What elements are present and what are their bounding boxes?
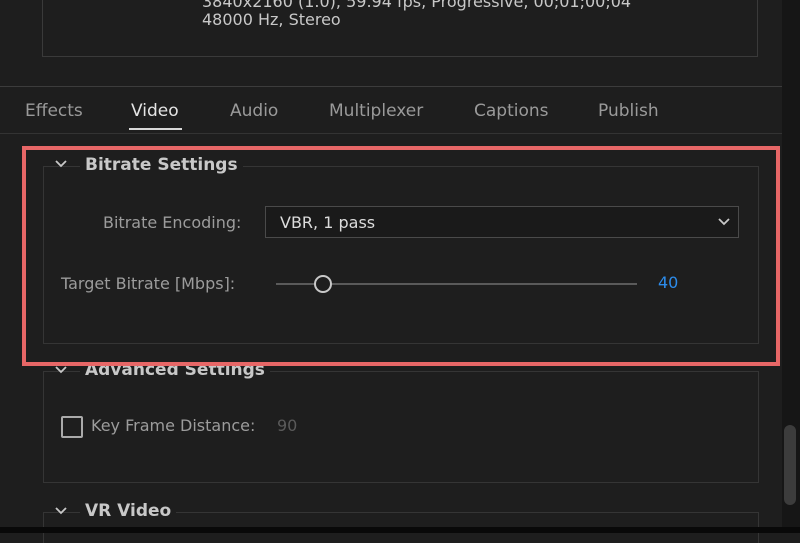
chevron-down-icon[interactable] bbox=[55, 507, 67, 515]
summary-audio-line: 48000 Hz, Stereo bbox=[202, 10, 341, 29]
tab-audio[interactable]: Audio bbox=[230, 101, 278, 121]
tab-multiplexer[interactable]: Multiplexer bbox=[329, 101, 423, 121]
vr-video-title[interactable]: VR Video bbox=[80, 501, 177, 521]
chevron-down-icon[interactable] bbox=[55, 366, 67, 374]
key-frame-distance-checkbox[interactable] bbox=[61, 416, 83, 438]
highlight-box bbox=[22, 146, 780, 366]
tab-publish[interactable]: Publish bbox=[598, 101, 659, 121]
tab-video[interactable]: Video bbox=[131, 101, 179, 121]
bottom-edge bbox=[0, 527, 800, 533]
tab-effects[interactable]: Effects bbox=[25, 101, 83, 121]
tab-captions[interactable]: Captions bbox=[474, 101, 549, 121]
scrollbar-thumb[interactable] bbox=[784, 425, 796, 505]
key-frame-distance-label: Key Frame Distance: bbox=[91, 416, 256, 435]
key-frame-distance-value: 90 bbox=[277, 416, 298, 435]
active-tab-indicator bbox=[129, 128, 182, 130]
